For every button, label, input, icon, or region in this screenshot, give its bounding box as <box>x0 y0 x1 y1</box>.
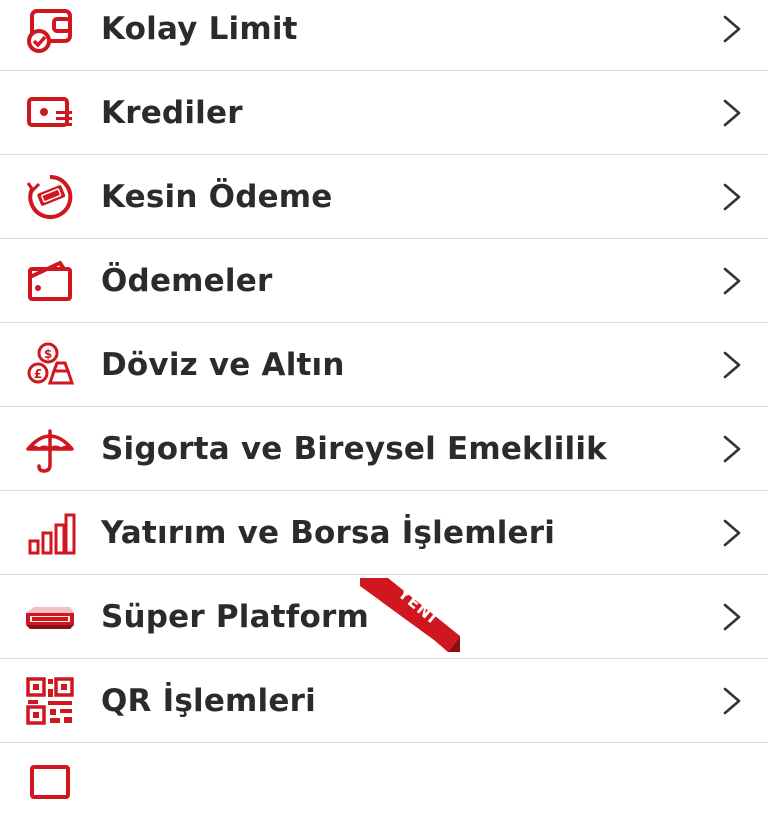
svg-text:£: £ <box>34 367 42 381</box>
chevron-right-icon <box>720 350 744 380</box>
menu-item-krediler[interactable]: Krediler <box>0 71 768 155</box>
menu-item-yatirim-ve-borsa-islemleri[interactable]: Yatırım ve Borsa İşlemleri <box>0 491 768 575</box>
chevron-right-icon <box>720 98 744 128</box>
menu-item-label: Krediler <box>101 94 243 131</box>
menu-item-kolay-limit[interactable]: Kolay Limit <box>0 0 768 71</box>
chevron-right-icon <box>720 434 744 464</box>
menu-item-partial[interactable] <box>0 743 768 827</box>
menu-item-label: Ödemeler <box>101 262 273 299</box>
credit-card-money-icon <box>22 85 78 141</box>
umbrella-icon <box>22 421 78 477</box>
bar-chart-icon <box>22 505 78 561</box>
next-item-icon <box>22 747 78 803</box>
menu-item-qr-islemleri[interactable]: QR İşlemleri <box>0 659 768 743</box>
chevron-right-icon <box>720 602 744 632</box>
qr-code-icon <box>22 673 78 729</box>
menu-item-label: Kolay Limit <box>101 10 298 47</box>
menu-item-label: Süper Platform <box>101 598 369 635</box>
menu-item-label: Sigorta ve Bireysel Emeklilik <box>101 430 607 467</box>
menu-item-sigorta-ve-bireysel-emeklilik[interactable]: Sigorta ve Bireysel Emeklilik <box>0 407 768 491</box>
chevron-right-icon <box>720 14 744 44</box>
currency-gold-icon: $ £ <box>22 337 78 393</box>
menu-item-kesin-odeme[interactable]: Kesin Ödeme <box>0 155 768 239</box>
svg-text:$: $ <box>44 347 52 361</box>
chevron-right-icon <box>720 182 744 212</box>
wallet-check-icon <box>22 1 78 57</box>
menu-item-super-platform[interactable]: Süper Platform <box>0 575 768 659</box>
exact-payment-icon <box>22 169 78 225</box>
menu-item-label: Yatırım ve Borsa İşlemleri <box>101 514 556 551</box>
main-menu: Kolay Limit Krediler Kesin Ödeme Ödemele… <box>0 0 768 827</box>
chevron-right-icon <box>720 266 744 296</box>
chevron-right-icon <box>720 518 744 548</box>
menu-item-label: QR İşlemleri <box>101 682 316 719</box>
super-platform-logo-icon <box>22 589 78 645</box>
menu-item-doviz-ve-altin[interactable]: $ £ Döviz ve Altın <box>0 323 768 407</box>
menu-item-label: Kesin Ödeme <box>101 178 333 215</box>
menu-item-odemeler[interactable]: Ödemeler <box>0 239 768 323</box>
menu-item-label: Döviz ve Altın <box>101 346 345 383</box>
chevron-right-icon <box>720 686 744 716</box>
payments-wallet-icon <box>22 253 78 309</box>
